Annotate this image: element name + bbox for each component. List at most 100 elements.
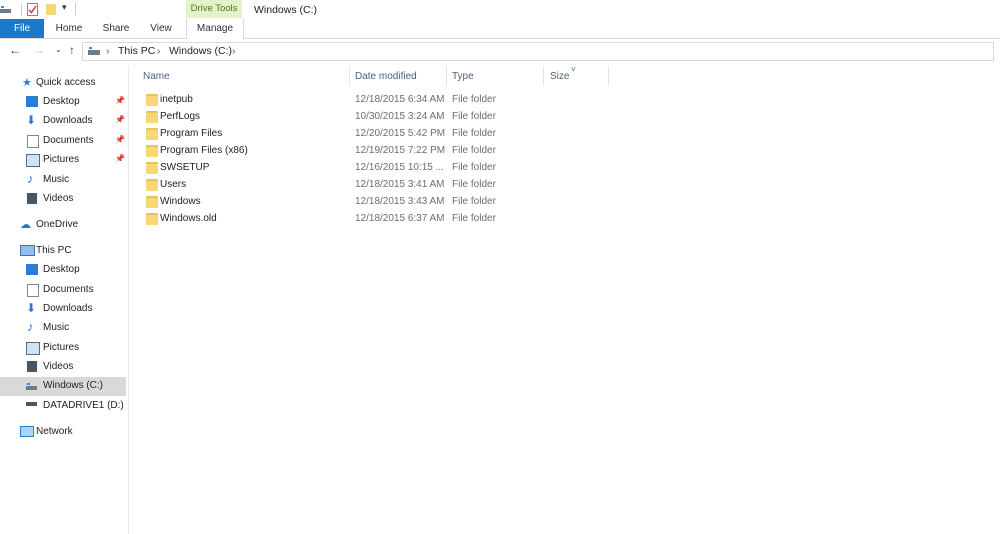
file-name: PerfLogs [160,111,201,122]
nav-label: Desktop [43,96,80,107]
videos-icon [27,193,37,204]
nav-label: Videos [43,193,74,204]
breadcrumb-this-pc[interactable]: This PC [118,45,155,57]
title-bar: ▾ Drive Tools Windows (C:) [0,0,1000,19]
videos-icon [27,361,37,372]
tab-view[interactable]: View [145,19,177,38]
file-type: File folder [452,128,496,139]
new-folder-icon[interactable] [46,3,58,16]
nav-label: Documents [43,135,94,146]
desktop-icon [26,96,38,107]
tab-share[interactable]: Share [99,19,133,38]
file-row[interactable]: Program Files 12/20/2015 5:42 PM File fold… [140,126,500,143]
nav-qa-desktop[interactable]: Desktop 📌 [0,93,126,112]
file-name: inetpub [160,94,193,105]
file-row[interactable]: PerfLogs 10/30/2015 3:24 AM File folder [140,109,500,126]
file-date-modified: 12/18/2015 3:41 AM [355,179,445,190]
up-arrow-icon[interactable]: ↑ [69,43,75,57]
recent-locations-chevron-icon[interactable]: ⌄ [55,45,62,54]
nav-qa-pictures[interactable]: Pictures 📌 [0,151,126,170]
file-row[interactable]: Windows 12/18/2015 3:43 AM File folder [140,194,500,211]
folder-icon [146,128,158,140]
drive-icon[interactable] [0,3,12,16]
file-row[interactable]: Windows.old 12/18/2015 6:37 AM File folder [140,211,500,228]
file-type: File folder [452,213,496,224]
column-divider[interactable] [446,66,447,86]
nav-qa-videos[interactable]: Videos [0,190,126,209]
folder-icon [146,162,158,174]
nav-label: Pictures [43,154,80,165]
nav-network[interactable]: Network [0,423,126,442]
folder-icon [146,196,158,208]
file-type: File folder [452,196,496,207]
customize-chevron-icon[interactable]: ▾ [62,2,67,15]
nav-label: Pictures [43,342,80,353]
music-note-icon: ♪ [27,319,34,334]
window-title: Windows (C:) [254,4,318,16]
nav-qa-documents[interactable]: Documents 📌 [0,132,126,151]
pin-icon[interactable]: 📌 [115,115,125,124]
file-row[interactable]: Program Files (x86) 12/19/2015 7:22 PM Fil… [140,143,500,160]
file-name: Program Files (x86) [160,145,248,156]
nav-label: Desktop [43,264,80,275]
column-divider[interactable] [608,66,609,86]
nav-label: Quick access [36,77,96,88]
file-name: Windows.old [160,213,217,224]
back-arrow-icon[interactable]: ← [9,43,21,57]
nav-label: Network [36,426,73,437]
column-size-header[interactable]: Size [550,71,569,82]
tab-file[interactable]: File [0,19,44,38]
nav-pc-music[interactable]: ♪ Music [0,319,126,338]
nav-label: DATADRIVE1 (D:) [43,400,124,411]
nav-pc-videos[interactable]: Videos [0,358,126,377]
drive-icon [26,402,37,406]
nav-qa-music[interactable]: ♪ Music [0,171,126,190]
documents-icon [27,284,39,297]
star-icon: ★ [22,77,32,89]
breadcrumb-windows-c[interactable]: Windows (C:) [169,45,232,57]
forward-arrow-icon[interactable]: → [33,43,45,57]
column-divider[interactable] [349,66,350,86]
file-date-modified: 12/20/2015 5:42 PM [355,128,446,139]
column-divider[interactable] [543,66,544,86]
nav-onedrive[interactable]: ☁ OneDrive [0,216,126,235]
file-row[interactable]: inetpub 12/18/2015 6:34 AM File folder [140,92,500,109]
file-type: File folder [452,179,496,190]
breadcrumb-separator-icon[interactable]: › [232,45,236,57]
column-type-header[interactable]: Type [452,71,474,82]
file-name: Program Files [160,128,223,139]
nav-quick-access[interactable]: ★ Quick access [0,74,126,93]
nav-label: Downloads [43,303,93,314]
file-date-modified: 12/18/2015 3:43 AM [355,196,445,207]
file-row[interactable]: SWSETUP 12/16/2015 10:15 ... File folder [140,160,500,177]
nav-pc-downloads[interactable]: ⬇ Downloads [0,300,126,319]
pin-icon[interactable]: 📌 [115,96,125,105]
breadcrumb-separator-icon[interactable]: › [157,45,161,57]
pin-icon[interactable]: 📌 [115,135,125,144]
pin-icon[interactable]: 📌 [115,154,125,163]
nav-pc-windows-c[interactable]: Windows (C:) [0,377,126,396]
computer-icon [88,46,101,59]
file-date-modified: 12/18/2015 6:37 AM [355,213,445,224]
breadcrumb-separator-icon[interactable]: › [106,45,110,57]
properties-icon[interactable] [27,3,38,16]
column-name-header[interactable]: Name [143,71,170,82]
nav-this-pc[interactable]: This PC [0,242,126,261]
ribbon-tabs: File Home Share View Manage [0,19,1000,39]
tab-manage[interactable]: Manage [186,19,244,39]
nav-qa-downloads[interactable]: ⬇ Downloads 📌 [0,112,126,131]
nav-pc-documents[interactable]: Documents [0,281,126,300]
nav-pc-pictures[interactable]: Pictures [0,339,126,358]
address-row: ← → ⌄ ↑ › This PC › Windows (C:) › [0,40,1000,62]
file-row[interactable]: Users 12/18/2015 3:41 AM File folder [140,177,500,194]
drive-icon [26,381,38,392]
folder-icon [146,213,158,225]
nav-pc-desktop[interactable]: Desktop [0,261,126,280]
tab-home[interactable]: Home [52,19,86,38]
address-bar[interactable]: › This PC › Windows (C:) › [82,42,994,61]
pictures-icon [26,342,40,355]
column-date-header[interactable]: Date modified [355,71,417,82]
file-date-modified: 12/18/2015 6:34 AM [355,94,445,105]
nav-label: Downloads [43,115,93,126]
nav-pc-datadrive-d[interactable]: DATADRIVE1 (D:) [0,397,126,416]
